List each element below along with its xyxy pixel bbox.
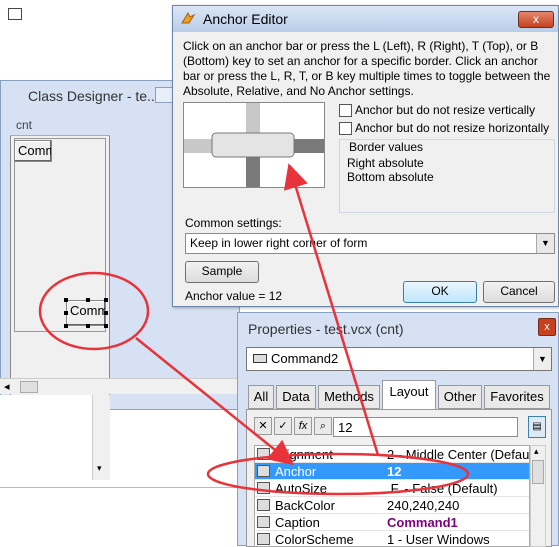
sample-button[interactable]: Sample bbox=[185, 261, 259, 283]
ok-button[interactable]: OK bbox=[403, 281, 477, 303]
table-row[interactable]: Caption Command1 bbox=[255, 514, 529, 531]
property-value-input[interactable]: 12 bbox=[333, 417, 518, 437]
table-row[interactable]: BackColor 240,240,240 bbox=[255, 497, 529, 514]
vertical-scrollbar[interactable]: ▴ bbox=[530, 445, 546, 547]
tab-favorites[interactable]: Favorites bbox=[484, 385, 550, 409]
selection-handle[interactable] bbox=[64, 324, 68, 328]
property-name: Anchor bbox=[275, 464, 317, 479]
selection-handle[interactable] bbox=[86, 298, 90, 302]
zoom-icon[interactable]: ⌕ bbox=[314, 417, 332, 435]
property-value: 1 - User Windows bbox=[387, 532, 490, 547]
checkbox-box[interactable] bbox=[339, 104, 352, 118]
expand-editor-icon[interactable]: ▤ bbox=[528, 416, 546, 438]
tab-all[interactable]: All bbox=[248, 385, 274, 409]
object-dropdown-value: Command2 bbox=[271, 351, 339, 366]
property-icon bbox=[257, 465, 270, 477]
vertical-scrollbar[interactable]: ▾ bbox=[92, 395, 110, 480]
table-row[interactable]: AutoSize .F. - False (Default) bbox=[255, 480, 529, 497]
property-icon bbox=[257, 516, 270, 528]
scroll-thumb[interactable] bbox=[20, 381, 38, 393]
scroll-down-icon[interactable]: ▾ bbox=[97, 463, 102, 474]
cancel-edit-icon[interactable]: ✕ bbox=[254, 417, 272, 435]
border-values-label: Border values bbox=[347, 140, 426, 154]
selection-handle[interactable] bbox=[104, 298, 108, 302]
anchor-preview[interactable] bbox=[183, 102, 325, 188]
resize-horizontally-checkbox[interactable]: Anchor but do not resize horizontally bbox=[339, 121, 550, 136]
common-settings-dropdown[interactable]: Keep in lower right corner of form bbox=[185, 233, 555, 254]
horizontal-scrollbar[interactable]: ◂ bbox=[0, 378, 240, 394]
table-row-selected[interactable]: Anchor 12 bbox=[255, 463, 529, 480]
property-name: AutoSize bbox=[275, 481, 328, 496]
command2-button[interactable]: Comm bbox=[66, 300, 106, 326]
anchor-value-text: Anchor value = 12 bbox=[185, 289, 283, 303]
table-row[interactable]: Alignment 2 - Middle Center (Default) bbox=[255, 446, 530, 463]
tab-other[interactable]: Other bbox=[438, 385, 482, 409]
scroll-up-icon[interactable]: ▴ bbox=[534, 446, 539, 457]
tab-methods[interactable]: Methods bbox=[318, 385, 380, 409]
container-caption: cnt bbox=[10, 116, 110, 136]
table-row[interactable]: ColorScheme 1 - User Windows bbox=[255, 531, 529, 547]
selection-handle[interactable] bbox=[86, 324, 90, 328]
selection-handle[interactable] bbox=[64, 311, 68, 315]
property-name: Caption bbox=[275, 515, 320, 530]
scroll-thumb[interactable] bbox=[532, 460, 544, 484]
scroll-left-icon[interactable]: ◂ bbox=[4, 380, 10, 393]
command1-button[interactable]: Comm bbox=[14, 140, 52, 162]
bottom-panel bbox=[0, 487, 240, 546]
anchor-editor-title: Anchor Editor bbox=[203, 11, 288, 27]
property-icon bbox=[257, 499, 270, 511]
selection-handle[interactable] bbox=[104, 311, 108, 315]
property-value: 240,240,240 bbox=[387, 498, 460, 513]
close-button[interactable]: x bbox=[518, 11, 554, 28]
chevron-down-icon[interactable]: ▼ bbox=[533, 348, 551, 370]
class-designer-title: Class Designer - te... bbox=[28, 88, 159, 104]
object-dropdown[interactable]: Command2 bbox=[246, 347, 552, 371]
resize-vertically-checkbox[interactable]: Anchor but do not resize vertically bbox=[339, 103, 536, 118]
property-value: 12 bbox=[387, 464, 402, 479]
accept-edit-icon[interactable]: ✓ bbox=[274, 417, 292, 435]
property-name: Alignment bbox=[275, 447, 333, 462]
property-icon bbox=[257, 533, 270, 545]
class-designer-icon bbox=[8, 8, 22, 20]
selection-handle[interactable] bbox=[64, 298, 68, 302]
anchor-editor-titlebar[interactable]: Anchor Editor x bbox=[173, 6, 558, 32]
checkbox-box[interactable] bbox=[339, 122, 352, 136]
border-value-right: Right absolute bbox=[347, 156, 424, 170]
anchor-editor-dialog: Anchor Editor x Click on an anchor bar o… bbox=[172, 5, 559, 307]
property-name: BackColor bbox=[275, 498, 335, 513]
checkbox-label: Anchor but do not resize horizontally bbox=[355, 121, 550, 135]
cancel-button[interactable]: Cancel bbox=[483, 281, 555, 303]
anchor-editor-icon bbox=[180, 11, 196, 25]
property-icon bbox=[257, 482, 270, 494]
property-grid: Alignment 2 - Middle Center (Default) Anc… bbox=[254, 445, 530, 547]
anchor-instructions: Click on an anchor bar or press the L (L… bbox=[183, 39, 551, 98]
properties-title: Properties - test.vcx (cnt) bbox=[248, 321, 404, 337]
properties-window: Properties - test.vcx (cnt) x Command2 ▼… bbox=[237, 312, 559, 547]
chevron-down-icon[interactable]: ▼ bbox=[536, 234, 554, 253]
close-button[interactable]: x bbox=[538, 318, 556, 336]
border-value-bottom: Bottom absolute bbox=[347, 170, 434, 184]
command-button-icon bbox=[253, 354, 267, 363]
common-settings-label: Common settings: bbox=[185, 216, 282, 230]
tab-layout[interactable]: Layout bbox=[382, 380, 436, 409]
property-value: Command1 bbox=[387, 515, 458, 530]
property-name: ColorScheme bbox=[275, 532, 354, 547]
property-icon bbox=[257, 448, 270, 460]
function-icon[interactable]: fx bbox=[294, 417, 312, 435]
tab-data[interactable]: Data bbox=[276, 385, 316, 409]
selection-handle[interactable] bbox=[104, 324, 108, 328]
property-value: .F. - False (Default) bbox=[387, 481, 498, 496]
property-value: 2 - Middle Center (Default) bbox=[387, 447, 530, 462]
checkbox-label: Anchor but do not resize vertically bbox=[355, 103, 536, 117]
